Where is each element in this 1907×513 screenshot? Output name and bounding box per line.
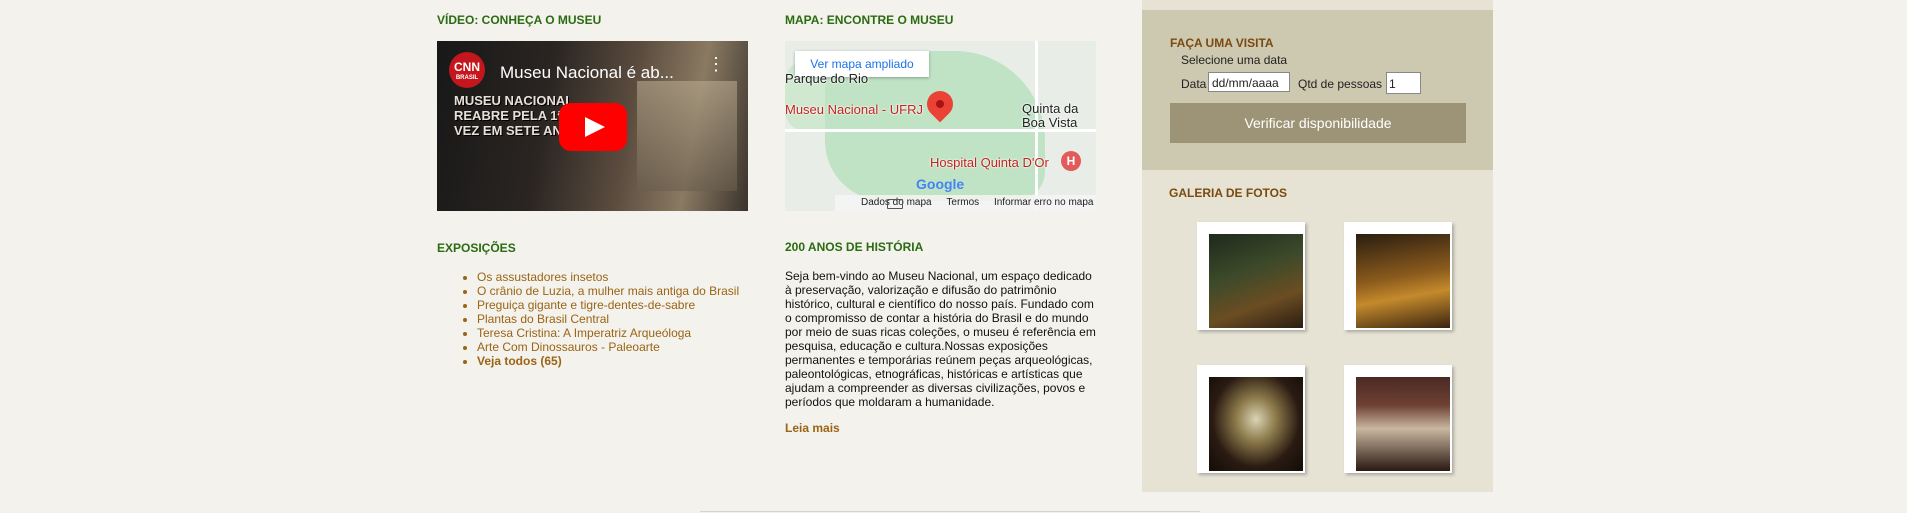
video-thumbnail-detail xyxy=(637,81,737,191)
gallery-photo[interactable] xyxy=(1344,222,1452,330)
date-input[interactable]: dd/mm/aaaa xyxy=(1208,72,1290,92)
exhibition-link[interactable]: O crânio de Luzia, a mulher mais antiga … xyxy=(477,284,739,298)
channel-logo-text: CNN xyxy=(454,60,480,74)
exhibition-link[interactable]: Os assustadores insetos xyxy=(477,270,739,284)
keyboard-icon[interactable] xyxy=(887,199,903,209)
gallery-photo[interactable] xyxy=(1197,222,1305,330)
play-button[interactable] xyxy=(559,103,627,151)
exhibition-link[interactable]: Preguiça gigante e tigre-dentes-de-sabre xyxy=(477,298,739,312)
gallery-photo[interactable] xyxy=(1197,365,1305,473)
video-player[interactable]: CNN BRASIL Museu Nacional é ab... ⋮ MUSEU… xyxy=(437,41,748,211)
select-date-label: Selecione uma data xyxy=(1181,53,1288,67)
visit-panel: FAÇA UMA VISITA Selecione uma data Data … xyxy=(1142,10,1493,170)
check-availability-button[interactable]: Verificar disponibilidade xyxy=(1170,103,1466,143)
gallery-photo-image xyxy=(1356,377,1450,471)
map-label-quinta: Quinta da xyxy=(1022,101,1079,116)
history-heading: 200 ANOS DE HISTÓRIA xyxy=(785,240,924,254)
more-options-icon[interactable]: ⋮ xyxy=(707,55,725,73)
map-label-museu[interactable]: Museu Nacional - UFRJ xyxy=(785,102,923,117)
exhibition-link[interactable]: Plantas do Brasil Central xyxy=(477,312,739,326)
embedded-map[interactable]: Ver mapa ampliado Parque do Rio Museu Na… xyxy=(785,41,1096,211)
read-more-link[interactable]: Leia mais xyxy=(785,421,840,435)
video-heading: VÍDEO: CONHEÇA O MUSEU xyxy=(437,13,602,27)
channel-logo[interactable]: CNN BRASIL xyxy=(449,52,485,88)
visit-heading: FAÇA UMA VISITA xyxy=(1170,36,1274,50)
exhibitions-heading: EXPOSIÇÕES xyxy=(437,241,516,255)
map-label-parque: Parque do Rio xyxy=(785,71,869,86)
gallery-heading: GALERIA DE FOTOS xyxy=(1169,186,1288,200)
hospital-icon[interactable]: H xyxy=(1061,151,1081,171)
date-label: Data xyxy=(1181,77,1207,91)
map-footer: Dados do mapa Termos Informar erro no ma… xyxy=(835,195,1096,211)
map-label-hospital[interactable]: Hospital Quinta D'Or xyxy=(930,155,1049,170)
history-text: Seja bem-vindo ao Museu Nacional, um esp… xyxy=(785,269,1096,409)
see-all-exhibitions-link[interactable]: Veja todos (65) xyxy=(477,354,739,368)
map-report-link[interactable]: Informar erro no mapa xyxy=(994,197,1094,208)
channel-logo-sub: BRASIL xyxy=(455,75,479,81)
gallery-photo-image xyxy=(1356,234,1450,328)
map-heading: MAPA: ENCONTRE O MUSEU xyxy=(785,13,954,27)
gallery-photo-image xyxy=(1209,234,1303,328)
gallery-photo[interactable] xyxy=(1344,365,1452,473)
exhibitions-list: Os assustadores insetos O crânio de Luzi… xyxy=(437,270,739,368)
video-overlay-text: MUSEU NACIONAL REABRE PELA 1ª VEZ EM SET… xyxy=(454,93,574,138)
google-logo: Google xyxy=(916,176,965,192)
map-terms-link[interactable]: Termos xyxy=(946,197,979,208)
map-label-boa-vista: Boa Vista xyxy=(1022,115,1078,130)
exhibition-link[interactable]: Teresa Cristina: A Imperatriz Arqueóloga xyxy=(477,326,739,340)
exhibition-link[interactable]: Arte Com Dinossauros - Paleoarte xyxy=(477,340,739,354)
video-title[interactable]: Museu Nacional é ab... xyxy=(500,63,674,83)
footer-divider xyxy=(700,511,1200,512)
gallery-photo-image xyxy=(1209,377,1303,471)
quantity-label: Qtd de pessoas xyxy=(1298,77,1383,91)
quantity-input[interactable]: 1 xyxy=(1386,72,1421,94)
